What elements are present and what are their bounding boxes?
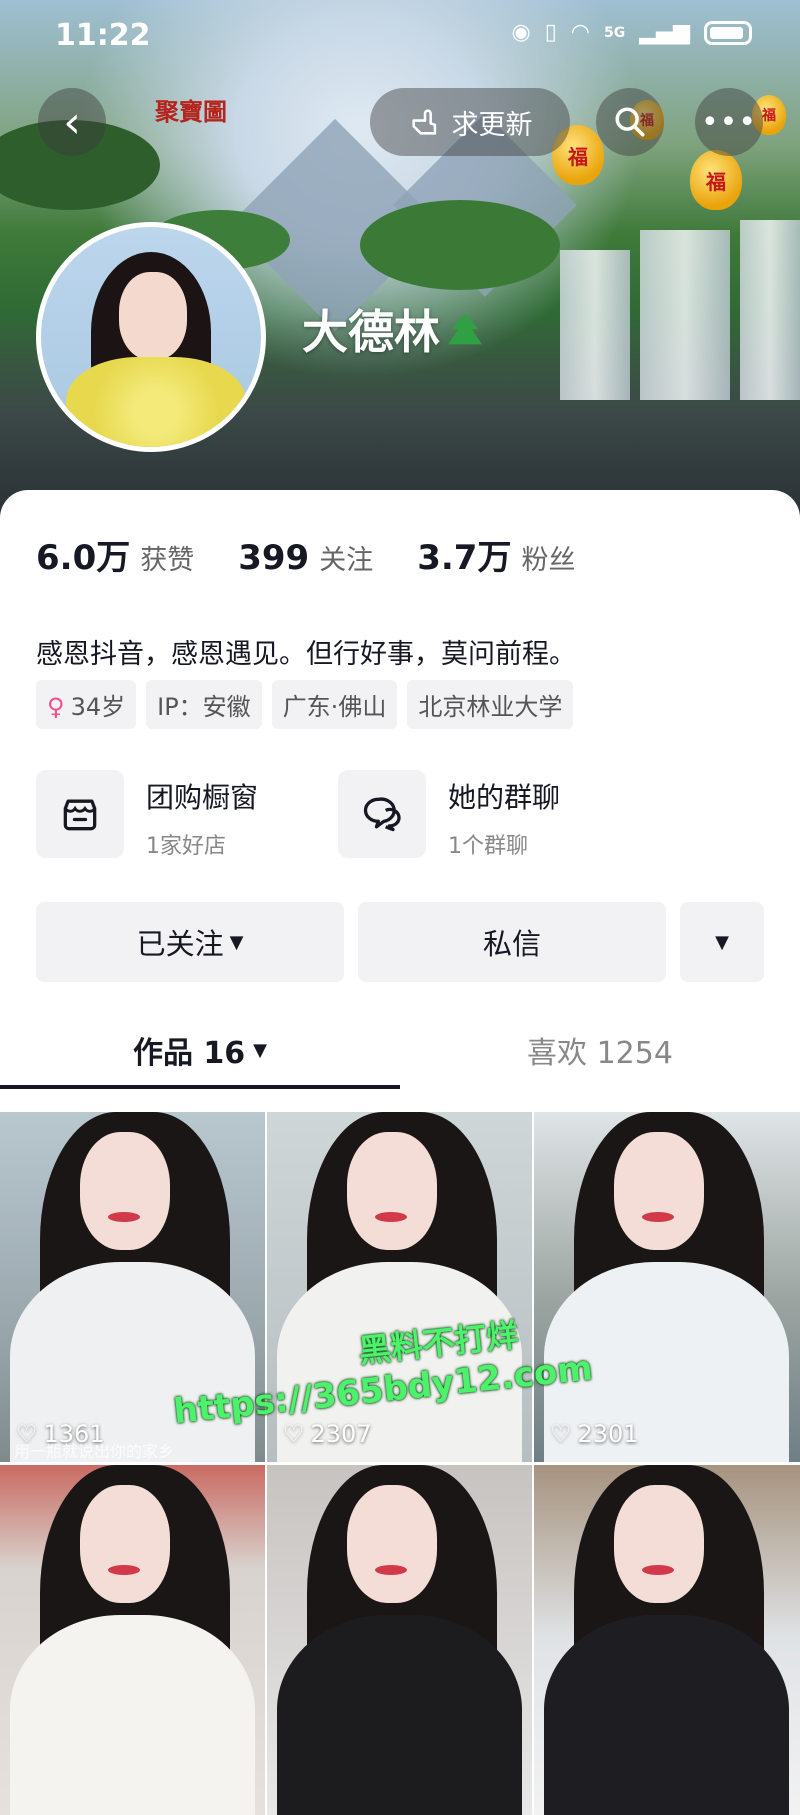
fortune-gourd-icon: 福 bbox=[690, 150, 742, 210]
chat-bubbles-icon bbox=[363, 797, 401, 832]
profile-tags: ♀ 34岁 IP：安徽 广东·佛山 北京林业大学 bbox=[36, 680, 574, 729]
thumb-lips bbox=[642, 1212, 674, 1222]
thumb-face bbox=[614, 1485, 704, 1603]
group-chat-title: 她的群聊 bbox=[448, 781, 561, 814]
thumb-lips bbox=[108, 1565, 140, 1575]
video-likes-count: 2301 bbox=[577, 1420, 639, 1448]
thumb-top bbox=[277, 1615, 522, 1815]
battery-icon bbox=[704, 20, 752, 45]
group-chat-icon-box bbox=[338, 770, 426, 858]
nickname-text: 大德林 bbox=[302, 305, 440, 359]
wifi-icon: ◠ bbox=[570, 20, 590, 45]
caret-down-icon: ▼ bbox=[715, 931, 729, 953]
heart-icon: ♡ bbox=[550, 1420, 572, 1448]
video-thumbnail[interactable] bbox=[534, 1465, 800, 1815]
request-update-label: 求更新 bbox=[451, 109, 533, 141]
status-bar: 11:22 ◉ ▯ ◠ 5G ▂▄▆ bbox=[0, 0, 800, 70]
video-thumbnail[interactable] bbox=[267, 1465, 532, 1815]
avatar-dress bbox=[66, 357, 246, 447]
video-likes: ♡ 2301 bbox=[550, 1420, 639, 1448]
chevron-left-icon: ‹ bbox=[63, 96, 81, 148]
thumb-face bbox=[347, 1132, 437, 1250]
tab-likes[interactable]: 喜欢 1254 bbox=[400, 1010, 800, 1090]
banner-waterfall bbox=[560, 250, 630, 400]
thumb-lips bbox=[375, 1212, 407, 1222]
tab-active-indicator bbox=[0, 1085, 400, 1089]
banner-seal-text: 聚寶圖 bbox=[155, 97, 227, 126]
thumb-face bbox=[614, 1132, 704, 1250]
tag-ip: IP：安徽 bbox=[146, 680, 262, 729]
thumb-top bbox=[10, 1615, 255, 1815]
thumb-lips bbox=[375, 1565, 407, 1575]
heart-icon: ♡ bbox=[283, 1420, 305, 1448]
more-button[interactable]: ••• bbox=[695, 88, 763, 156]
profile-stats: 6.0万 获赞 399 关注 3.7万 粉丝 bbox=[36, 530, 609, 579]
thumb-lips bbox=[642, 1565, 674, 1575]
vibrate-icon: ▯ bbox=[544, 20, 557, 45]
thumb-face bbox=[347, 1485, 437, 1603]
group-chat-subtitle: 1个群聊 bbox=[448, 834, 528, 859]
caret-down-icon: ▼ bbox=[253, 1039, 268, 1061]
tab-likes-label: 喜欢 1254 bbox=[527, 1036, 673, 1071]
video-caption: 用一瓶就说出你的家乡 bbox=[14, 1442, 175, 1461]
content-tabs: 作品 16 ▼ 喜欢 1254 bbox=[0, 1010, 800, 1090]
thumb-top bbox=[544, 1615, 789, 1815]
tag-location[interactable]: 广东·佛山 bbox=[271, 680, 398, 729]
storefront-icon bbox=[63, 799, 97, 831]
thumb-lips bbox=[108, 1212, 140, 1222]
banner-waterfall bbox=[740, 220, 800, 400]
shop-icon-box bbox=[36, 770, 124, 858]
status-icons: ◉ ▯ ◠ 5G ▂▄▆ bbox=[511, 20, 752, 45]
banner-forest bbox=[360, 200, 560, 290]
tree-emoji-icon bbox=[448, 314, 482, 345]
search-icon bbox=[615, 107, 645, 137]
more-dots-icon: ••• bbox=[700, 104, 758, 140]
likes-label: 获赞 bbox=[140, 545, 195, 576]
message-label: 私信 bbox=[482, 927, 541, 961]
following-count[interactable]: 399 bbox=[238, 538, 309, 578]
tag-age-text: 34岁 bbox=[70, 693, 126, 721]
search-button[interactable] bbox=[596, 88, 664, 156]
thumb-face bbox=[80, 1132, 170, 1250]
following-label: 关注 bbox=[319, 545, 374, 576]
message-button[interactable]: 私信 bbox=[358, 902, 666, 982]
profile-bio: 感恩抖音，感恩遇见。但行好事，莫问前程。 bbox=[36, 639, 576, 670]
avatar[interactable] bbox=[36, 222, 266, 452]
signal-icon: ▂▄▆ bbox=[639, 20, 690, 45]
network-label: 5G bbox=[604, 24, 626, 41]
likes-count[interactable]: 6.0万 bbox=[36, 530, 130, 579]
followers-count[interactable]: 3.7万 bbox=[417, 530, 511, 579]
tab-works[interactable]: 作品 16 ▼ bbox=[0, 1010, 400, 1090]
tab-works-label: 作品 16 bbox=[132, 1036, 246, 1071]
followers-label: 粉丝 bbox=[521, 545, 576, 576]
video-likes: ♡ 2307 bbox=[283, 1420, 372, 1448]
request-update-button[interactable]: 求更新 bbox=[370, 88, 570, 156]
back-button[interactable]: ‹ bbox=[38, 88, 106, 156]
avatar-face bbox=[119, 272, 187, 360]
eye-icon: ◉ bbox=[511, 20, 531, 45]
caret-down-icon: ▼ bbox=[229, 931, 244, 953]
shop-title: 团购橱窗 bbox=[146, 781, 259, 814]
video-grid: ♡ 1361 用一瓶就说出你的家乡 ♡ 2307 ♡ 2301 bbox=[0, 1112, 800, 1815]
status-time: 11:22 bbox=[55, 18, 151, 53]
shop-subtitle: 1家好店 bbox=[146, 834, 226, 859]
group-chat-entry[interactable]: 她的群聊 1个群聊 bbox=[338, 770, 560, 860]
pointing-hand-icon bbox=[411, 109, 436, 135]
thumb-face bbox=[80, 1485, 170, 1603]
female-icon: ♀ bbox=[47, 693, 65, 721]
followed-label: 已关注 bbox=[136, 927, 224, 961]
tag-age: ♀ 34岁 bbox=[36, 680, 137, 729]
tag-school[interactable]: 北京林业大学 bbox=[407, 680, 574, 729]
followed-button[interactable]: 已关注 ▼ bbox=[36, 902, 344, 982]
profile-nickname: 大德林 bbox=[302, 296, 482, 362]
video-thumbnail[interactable]: ♡ 2301 bbox=[534, 1112, 800, 1462]
video-likes-count: 2307 bbox=[310, 1420, 372, 1448]
more-actions-button[interactable]: ▼ bbox=[680, 902, 764, 982]
banner-waterfall bbox=[640, 230, 730, 400]
video-thumbnail[interactable] bbox=[0, 1465, 265, 1815]
shop-window-entry[interactable]: 团购橱窗 1家好店 bbox=[36, 770, 258, 860]
